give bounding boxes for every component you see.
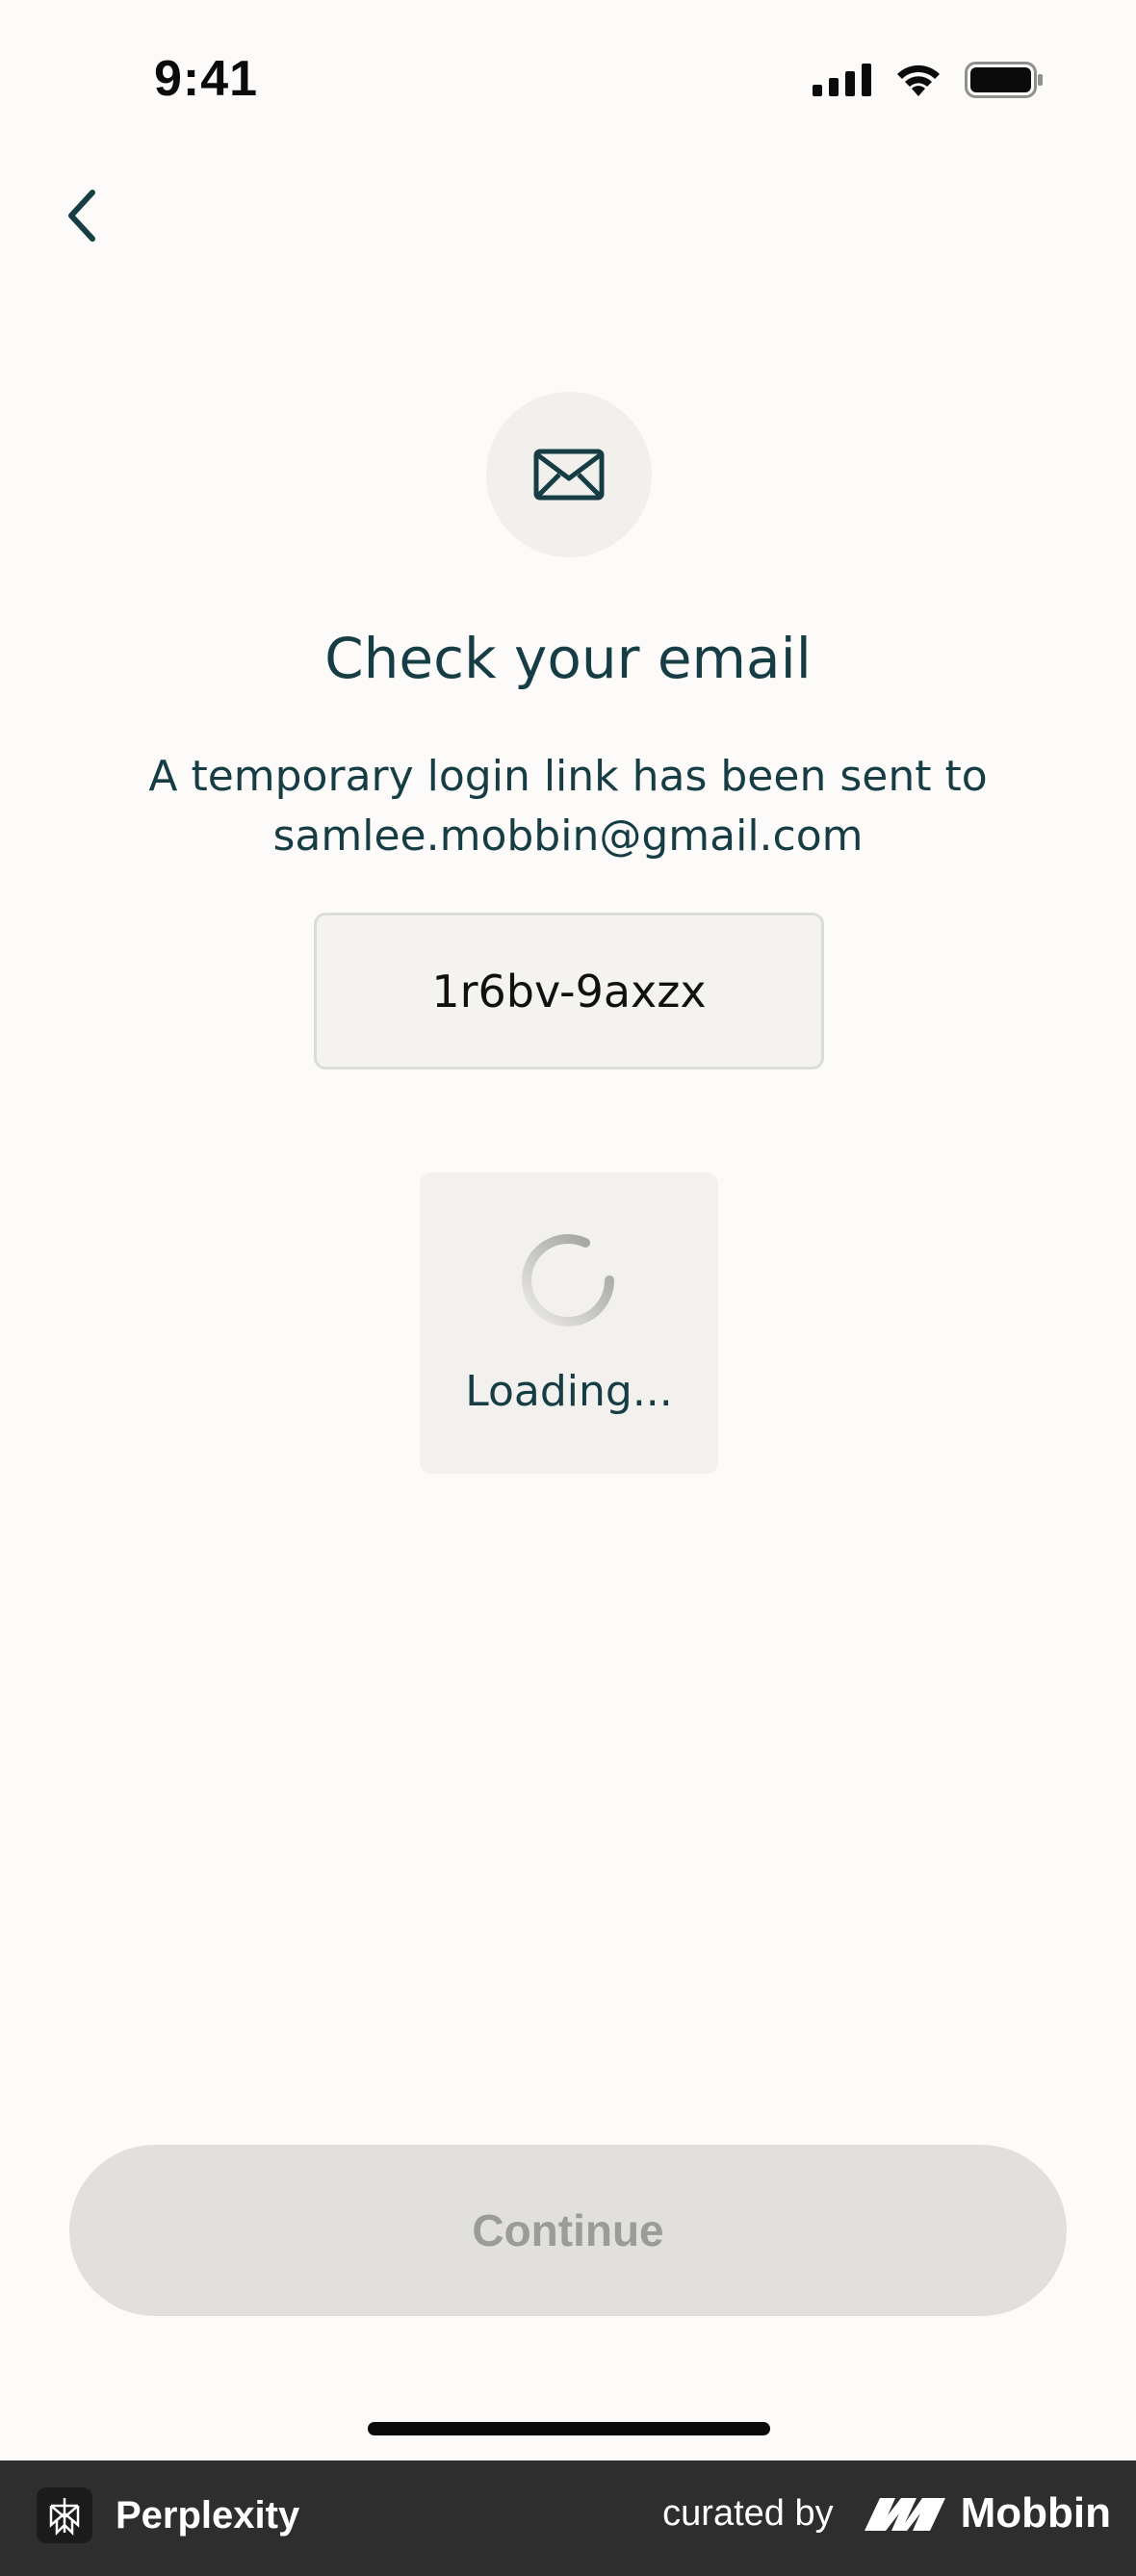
battery-icon <box>965 62 1043 98</box>
email-address: samlee.mobbin@gmail.com <box>272 811 864 861</box>
loading-indicator: Loading... <box>420 1172 718 1474</box>
app-name: Perplexity <box>116 2493 300 2537</box>
footer-credit: curated by Mobbin <box>662 2489 1111 2537</box>
envelope-icon <box>533 449 605 501</box>
page-title: Check your email <box>324 626 812 691</box>
perplexity-logo-icon <box>49 2498 80 2537</box>
check-email-screen: 9:41 Check your email A temporary login … <box>0 0 1136 2576</box>
envelope-icon-circle <box>486 392 652 557</box>
brand-name: Mobbin <box>960 2489 1111 2537</box>
curated-by-label: curated by <box>662 2492 834 2534</box>
back-button[interactable] <box>50 177 112 254</box>
cellular-signal-icon <box>813 64 871 96</box>
login-code-box: 1r6bv-9axzx <box>314 913 824 1069</box>
continue-button[interactable]: Continue <box>69 2145 1067 2316</box>
status-icons <box>813 62 1044 98</box>
mobbin-brand: Mobbin <box>863 2489 1111 2537</box>
perplexity-logo-icon <box>37 2487 92 2543</box>
home-indicator <box>368 2422 770 2435</box>
spinner-icon <box>522 1234 614 1327</box>
mobbin-logo-icon <box>864 2498 945 2531</box>
wifi-icon <box>897 64 940 96</box>
footer-bar: Perplexity curated by Mobbin <box>0 2460 1136 2576</box>
status-time: 9:41 <box>154 51 259 107</box>
loading-label: Loading... <box>465 1367 673 1416</box>
subtitle: A temporary login link has been sent to … <box>0 747 1136 866</box>
footer-app: Perplexity <box>37 2487 299 2543</box>
subtitle-line: A temporary login link has been sent to <box>148 752 988 801</box>
chevron-left-icon <box>68 190 95 242</box>
